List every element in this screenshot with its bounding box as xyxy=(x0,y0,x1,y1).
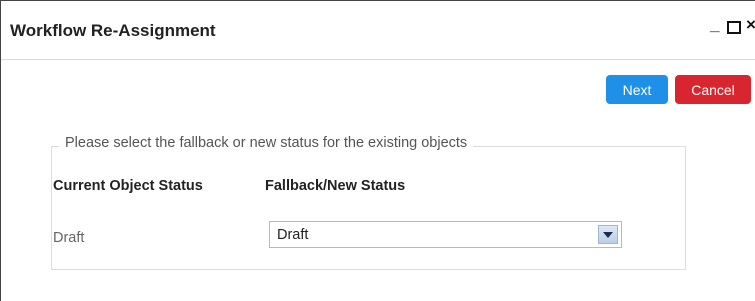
status-fieldset xyxy=(51,146,686,270)
column-header-current-status: Current Object Status xyxy=(53,178,203,194)
fallback-status-selected: Draft xyxy=(277,227,309,243)
dialog-titlebar: Workflow Re-Assignment _ × xyxy=(1,1,755,60)
current-status-value: Draft xyxy=(53,230,85,246)
dropdown-toggle[interactable] xyxy=(598,225,618,244)
minimize-icon[interactable]: _ xyxy=(710,15,719,35)
dialog-title: Workflow Re-Assignment xyxy=(10,21,216,40)
column-header-fallback-status: Fallback/New Status xyxy=(265,178,406,194)
close-icon[interactable]: × xyxy=(746,15,755,35)
chevron-down-icon xyxy=(603,232,613,238)
next-button[interactable]: Next xyxy=(606,75,668,104)
maximize-icon[interactable] xyxy=(727,21,741,34)
fallback-status-dropdown[interactable]: Draft xyxy=(269,221,622,248)
fieldset-legend: Please select the fallback or new status… xyxy=(59,135,474,151)
workflow-reassignment-dialog: Workflow Re-Assignment _ × Next Cancel P… xyxy=(0,0,755,301)
cancel-button[interactable]: Cancel xyxy=(675,75,751,104)
